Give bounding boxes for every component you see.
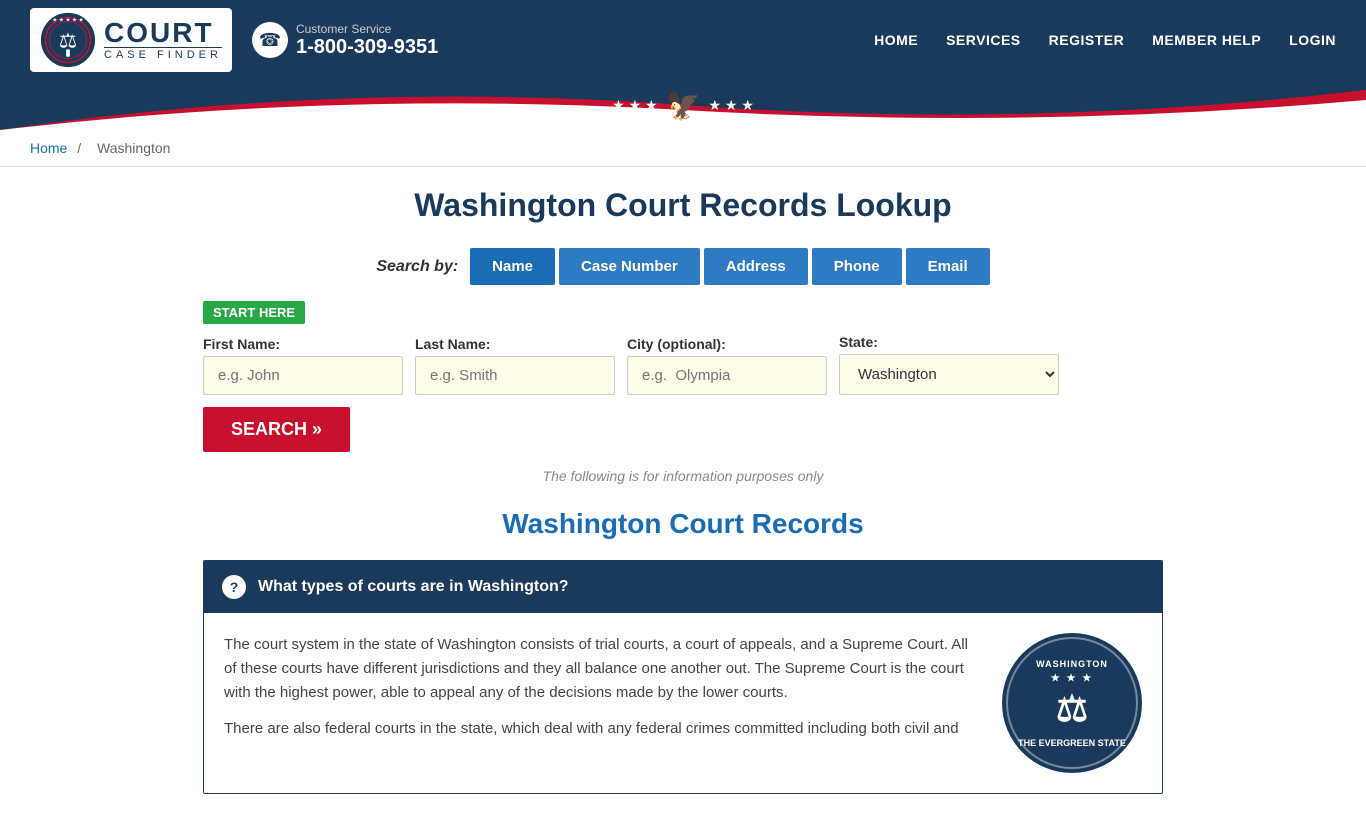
first-name-label: First Name:	[203, 336, 403, 352]
nav-member-help[interactable]: MEMBER HELP	[1152, 32, 1261, 48]
faq-header-0[interactable]: ? What types of courts are in Washington…	[204, 561, 1162, 613]
faq-item-0: ? What types of courts are in Washington…	[203, 560, 1163, 794]
tab-phone[interactable]: Phone	[812, 248, 902, 285]
city-group: City (optional):	[627, 336, 827, 395]
cs-text: Customer Service 1-800-309-9351	[296, 22, 438, 59]
city-input[interactable]	[627, 356, 827, 395]
logo-container: ★ ★ ★ ★ ★ ⚖ COURT CASE FINDER	[30, 8, 232, 72]
nav-login[interactable]: LOGIN	[1289, 32, 1336, 48]
cs-label: Customer Service	[296, 22, 438, 36]
faq-answer-p2: There are also federal courts in the sta…	[224, 717, 982, 741]
tab-case-number[interactable]: Case Number	[559, 248, 700, 285]
logo-icon: ★ ★ ★ ★ ★ ⚖	[40, 12, 96, 68]
last-name-group: Last Name:	[415, 336, 615, 395]
section-title: Washington Court Records	[203, 508, 1163, 540]
cs-phone: 1-800-309-9351	[296, 36, 438, 59]
svg-text:⚖: ⚖	[59, 29, 77, 52]
breadcrumb-separator: /	[77, 140, 81, 156]
start-here-badge: START HERE	[203, 301, 305, 324]
state-select[interactable]: Washington Alabama Alaska Arizona Califo…	[839, 354, 1059, 395]
site-header: ★ ★ ★ ★ ★ ⚖ COURT CASE FINDER ☎ Customer…	[0, 0, 1366, 80]
faq-body-0: The court system in the state of Washing…	[204, 613, 1162, 793]
tab-email[interactable]: Email	[906, 248, 990, 285]
breadcrumb: Home / Washington	[0, 130, 1366, 167]
search-button[interactable]: SEARCH »	[203, 407, 350, 452]
logo-court-text: COURT	[104, 19, 222, 47]
last-name-input[interactable]	[415, 356, 615, 395]
header-left: ★ ★ ★ ★ ★ ⚖ COURT CASE FINDER ☎ Customer…	[30, 8, 438, 72]
main-content: Washington Court Records Lookup Search b…	[183, 167, 1183, 814]
customer-service: ☎ Customer Service 1-800-309-9351	[252, 22, 438, 59]
breadcrumb-current: Washington	[97, 140, 170, 156]
eagle-emblem: ★ ★ ★ 🦅 ★ ★ ★	[612, 89, 754, 122]
city-label: City (optional):	[627, 336, 827, 352]
state-label: State:	[839, 334, 1059, 350]
last-name-label: Last Name:	[415, 336, 615, 352]
eagle-icon: 🦅	[666, 89, 701, 122]
star-line-left: ★ ★ ★	[612, 97, 657, 114]
faq-question-0: What types of courts are in Washington?	[258, 578, 569, 596]
phone-icon: ☎	[252, 22, 288, 58]
svg-text:★ ★ ★ ★ ★: ★ ★ ★ ★ ★	[52, 16, 83, 23]
search-by-label: Search by:	[376, 258, 458, 276]
logo-case-finder-text: CASE FINDER	[104, 47, 222, 61]
faq-question-icon: ?	[222, 575, 246, 599]
first-name-input[interactable]	[203, 356, 403, 395]
main-nav: HOME SERVICES REGISTER MEMBER HELP LOGIN	[874, 32, 1336, 48]
tab-name[interactable]: Name	[470, 248, 555, 285]
search-by-row: Search by: Name Case Number Address Phon…	[203, 248, 1163, 285]
state-seal: WASHINGTON ★ ★ ★ ⚖ THE EVERGREEN STATE	[1002, 633, 1142, 773]
nav-services[interactable]: SERVICES	[946, 32, 1021, 48]
first-name-group: First Name:	[203, 336, 403, 395]
search-form: First Name: Last Name: City (optional): …	[203, 334, 1163, 452]
faq-text-0: The court system in the state of Washing…	[224, 633, 982, 773]
info-note: The following is for information purpose…	[203, 468, 1163, 484]
search-form-container: START HERE First Name: Last Name: City (…	[203, 301, 1163, 452]
logo-text: COURT CASE FINDER	[104, 19, 222, 61]
nav-home[interactable]: HOME	[874, 32, 918, 48]
breadcrumb-home[interactable]: Home	[30, 140, 67, 156]
wave-bar: ★ ★ ★ 🦅 ★ ★ ★	[0, 80, 1366, 130]
state-group: State: Washington Alabama Alaska Arizona…	[839, 334, 1059, 395]
tab-address[interactable]: Address	[704, 248, 808, 285]
star-line-right: ★ ★ ★	[708, 97, 753, 114]
faq-answer-p1: The court system in the state of Washing…	[224, 633, 982, 705]
nav-register[interactable]: REGISTER	[1049, 32, 1125, 48]
page-title: Washington Court Records Lookup	[203, 187, 1163, 224]
